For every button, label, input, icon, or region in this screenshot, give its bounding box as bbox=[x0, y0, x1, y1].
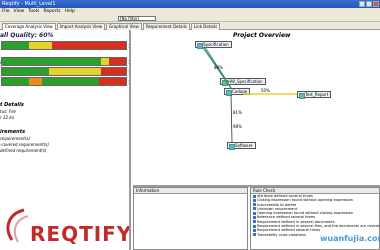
window-controls bbox=[359, 1, 379, 7]
reqtify-logo: REQTIFY bbox=[2, 206, 131, 250]
minimize-button[interactable] bbox=[359, 1, 365, 7]
tab-graphical[interactable]: Graphical View bbox=[106, 23, 142, 30]
title-bar: Reqtify - Multi_Level1 bbox=[0, 0, 380, 8]
coverage-bar-2 bbox=[1, 57, 127, 66]
tab-link-details[interactable]: Link Details bbox=[190, 23, 221, 30]
menu-reports[interactable]: Reports bbox=[43, 8, 60, 15]
watermark: wuanfujia.com bbox=[320, 234, 380, 243]
details-title: t Details bbox=[0, 102, 24, 108]
menu-bar: File View Tools Reports Help bbox=[0, 8, 380, 15]
menu-view[interactable]: View bbox=[14, 8, 25, 15]
logo-swoosh-icon bbox=[6, 208, 29, 243]
requirements-undefined: defined requirement(s) bbox=[0, 148, 47, 153]
coverage-bar-3 bbox=[1, 67, 127, 76]
node-software[interactable]: Software bbox=[227, 142, 256, 150]
node-specification[interactable]: Specification bbox=[195, 41, 232, 49]
toolbar: [No filter] bbox=[0, 15, 380, 22]
filter-select[interactable]: [No filter] bbox=[118, 16, 156, 21]
coverage-count-4: 14 bbox=[128, 80, 131, 85]
information-title: Information bbox=[134, 188, 247, 194]
coverage-bar-4 bbox=[1, 77, 127, 86]
menu-tools[interactable]: Tools bbox=[28, 8, 39, 15]
detail-status: tus: File bbox=[0, 109, 16, 114]
menu-file[interactable]: File bbox=[2, 8, 10, 15]
node-test-report[interactable]: Test_Report bbox=[297, 91, 332, 99]
tab-coverage-analysis[interactable]: Coverage Analysis View bbox=[2, 23, 56, 30]
coverage-bar-1 bbox=[1, 41, 127, 50]
window-title: Reqtify - Multi_Level1 bbox=[2, 1, 56, 7]
menu-help[interactable]: Help bbox=[65, 8, 75, 15]
tab-requirement-details[interactable]: Requirement Details bbox=[142, 23, 190, 30]
requirements-title: irements bbox=[0, 129, 26, 135]
close-button[interactable] bbox=[373, 1, 379, 7]
coverage-pane: all Quality: 60% 11 ification 14 11 14 t… bbox=[0, 30, 131, 250]
node-codage[interactable]: Codage bbox=[224, 88, 251, 96]
project-overview-pane: Project Overview Specification HW_Specif… bbox=[133, 30, 380, 185]
coverage-count-1: 11 bbox=[128, 44, 131, 49]
overview-title: Project Overview bbox=[233, 32, 291, 39]
quality-title: all Quality: 60% bbox=[0, 32, 54, 39]
requirements-total: requirement(s) bbox=[0, 136, 31, 141]
coverage-count-2: 14 bbox=[128, 60, 131, 65]
requirements-non-covered: -covered requirement(s) bbox=[0, 142, 49, 147]
maximize-button[interactable] bbox=[366, 1, 372, 7]
coverage-count-3: 11 bbox=[128, 70, 131, 75]
node-hw-specification[interactable]: HW_Specification bbox=[220, 78, 266, 86]
tab-impact-analysis[interactable]: Impact Analysis View bbox=[56, 23, 106, 30]
information-panel: Information bbox=[133, 187, 248, 250]
logo-text: REQTIFY bbox=[30, 222, 131, 246]
detail-size: r 12 ko bbox=[0, 115, 15, 120]
view-tabs: Coverage Analysis View Impact Analysis V… bbox=[0, 22, 380, 30]
